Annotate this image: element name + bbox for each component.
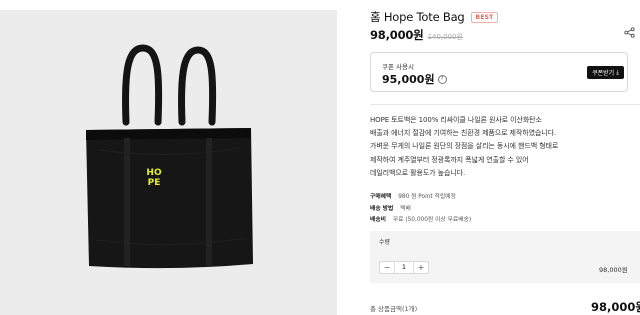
svg-text:PE: PE: [148, 178, 161, 188]
divider: [370, 104, 640, 105]
quantity-input[interactable]: 1: [394, 262, 414, 273]
hope-logo-print: HO PE: [143, 165, 165, 188]
quantity-label: 수량: [379, 239, 391, 246]
bag-strap-right: [206, 138, 212, 266]
product-description: HOPE 토트백은 100% 리싸이클 나일론 원사로 이산화탄소 배출과 에너…: [370, 114, 635, 180]
bag-strap-left: [124, 138, 130, 266]
info-icon[interactable]: ?: [437, 74, 447, 84]
bag-opening: [86, 128, 251, 140]
description-line: 데일리백으로 활용도가 높습니다.: [370, 168, 466, 177]
coupon-price-row: 95,000원 ?: [382, 71, 447, 87]
increase-button[interactable]: +: [414, 262, 428, 273]
quantity-box: 수량 − 1 + 98,000원: [370, 231, 640, 283]
meta-row-shipping-method: 배송 방법 택배: [370, 204, 471, 216]
get-coupon-button[interactable]: 쿠폰받기 ⤓: [587, 66, 624, 79]
tote-bag-image: HO PE: [86, 44, 253, 269]
bag-handle-left: [122, 44, 163, 126]
purchase-info: 구매혜택 980 원 Point 적립예정 배송 방법 택배 배송비 무료 (5…: [370, 192, 471, 227]
meta-value: 980 원 Point 적립예정: [398, 194, 456, 200]
title-row: 홈 Hope Tote Bag BEST: [370, 9, 499, 25]
description-line: 제작하여 계주열부터 정광록까지 폭넓게 연출할 수 있어: [370, 155, 529, 164]
coupon-label: 쿠폰 사용시: [382, 63, 414, 71]
share-icon[interactable]: [624, 27, 635, 38]
get-coupon-label: 쿠폰받기: [592, 70, 615, 77]
meta-row-shipping-fee: 배송비 무료 (50,000원 이상 무료배송): [370, 215, 471, 227]
bag-handle-right: [178, 46, 217, 126]
line-price: 98,000원: [599, 266, 628, 274]
product-info-panel: 홈 Hope Tote Bag BEST 98,000원 140,000원 쿠폰…: [370, 0, 640, 315]
meta-key: 배송비: [370, 217, 386, 223]
price-row: 98,000원 140,000원: [370, 27, 463, 43]
svg-text:HO: HO: [146, 168, 162, 178]
coupon-box: 쿠폰 사용시 95,000원 ? 쿠폰받기 ⤓: [370, 52, 628, 92]
best-badge: BEST: [470, 11, 499, 23]
coupon-price: 95,000원: [382, 73, 435, 86]
description-line: HOPE 토트백은 100% 리싸이클 나일론 원사로 이산화탄소: [370, 116, 542, 124]
meta-key: 구매혜택: [370, 194, 392, 200]
product-image: HO PE: [0, 10, 337, 315]
meta-key: 배송 방법: [370, 205, 394, 212]
product-title: 홈 Hope Tote Bag: [370, 10, 465, 24]
total-price: 98,000원: [591, 300, 640, 314]
original-price: 140,000원: [427, 33, 463, 41]
description-line: 가벼운 무게의 나일론 원단의 장점을 살리는 동시에 핸드백 형태로: [370, 142, 559, 151]
product-price: 98,000원: [370, 28, 424, 42]
decrease-button[interactable]: −: [380, 262, 394, 273]
meta-value: 택배: [400, 205, 411, 212]
bag-body: [86, 128, 253, 269]
download-icon: ⤓: [616, 68, 619, 76]
description-line: 배출과 에너지 절감에 기여하는 친환경 제품으로 제작하였습니다.: [370, 129, 557, 138]
meta-row-benefit: 구매혜택 980 원 Point 적립예정: [370, 192, 471, 204]
quantity-stepper: − 1 +: [379, 261, 429, 274]
total-label: 총 상품금액(1개): [370, 305, 418, 313]
meta-value: 무료 (50,000원 이상 무료배송): [392, 217, 472, 223]
